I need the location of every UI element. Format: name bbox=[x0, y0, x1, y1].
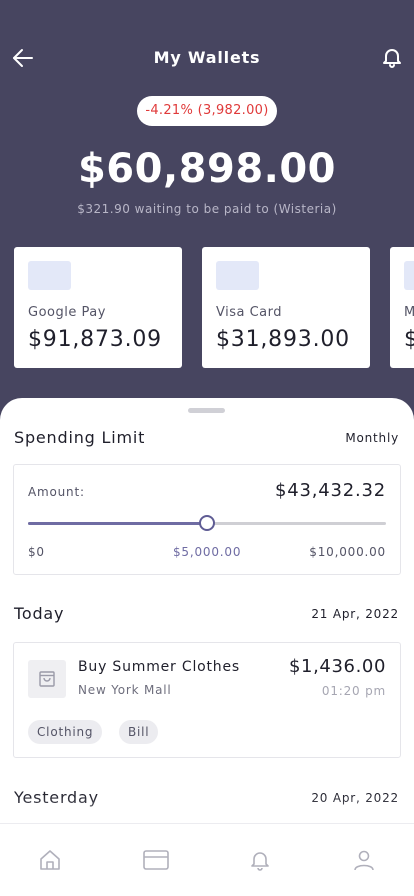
transaction-title: Buy Summer Clothes bbox=[78, 659, 240, 675]
nav-notifications[interactable] bbox=[248, 848, 272, 872]
card-name: M bbox=[404, 305, 414, 320]
wallet-card-partial[interactable]: M $ bbox=[390, 247, 414, 368]
card-icon bbox=[143, 850, 169, 870]
period-selector[interactable]: Monthly bbox=[345, 431, 399, 445]
today-date: 21 Apr, 2022 bbox=[311, 607, 399, 621]
yesterday-date: 20 Apr, 2022 bbox=[311, 791, 399, 805]
spending-amount: $43,432.32 bbox=[274, 480, 386, 501]
yesterday-heading: Yesterday bbox=[14, 788, 99, 807]
shopping-bag-icon bbox=[39, 671, 55, 687]
home-icon bbox=[40, 850, 60, 870]
amount-label: Amount: bbox=[28, 485, 85, 499]
notifications-button[interactable] bbox=[380, 45, 404, 69]
card-amount: $31,893.00 bbox=[216, 327, 350, 352]
pending-payment-note: $321.90 waiting to be paid to (Wisteria) bbox=[77, 202, 337, 216]
transaction-amount: $1,436.00 bbox=[288, 656, 386, 677]
card-amount: $91,873.09 bbox=[28, 327, 162, 352]
bottom-navigation bbox=[0, 823, 414, 896]
transaction-card[interactable]: Buy Summer Clothes New York Mall $1,436.… bbox=[13, 642, 401, 758]
transaction-time: 01:20 pm bbox=[321, 684, 386, 698]
wallet-card-visa[interactable]: Visa Card $31,893.00 bbox=[202, 247, 370, 368]
card-name: Visa Card bbox=[216, 305, 283, 320]
card-amount: $ bbox=[404, 327, 414, 352]
today-heading: Today bbox=[14, 604, 65, 623]
card-logo bbox=[216, 261, 259, 290]
spending-limit-panel: Amount: $43,432.32 $0 $5,000.00 $10,000.… bbox=[13, 464, 401, 575]
spending-limit-title: Spending Limit bbox=[14, 428, 146, 447]
page-title: My Wallets bbox=[153, 48, 261, 67]
slider-max-label: $10,000.00 bbox=[309, 545, 386, 559]
transaction-location: New York Mall bbox=[78, 683, 172, 697]
bell-icon bbox=[383, 49, 401, 68]
limit-slider-fill bbox=[28, 522, 207, 525]
transaction-icon-tile bbox=[28, 660, 66, 698]
total-balance: $60,898.00 bbox=[77, 146, 337, 192]
card-name: Google Pay bbox=[28, 305, 106, 320]
slider-min-label: $0 bbox=[28, 545, 45, 559]
nav-cards[interactable] bbox=[143, 848, 169, 872]
limit-slider-thumb[interactable] bbox=[199, 515, 215, 531]
card-logo bbox=[28, 261, 71, 290]
details-sheet: Spending Limit Monthly Amount: $43,432.3… bbox=[0, 398, 414, 896]
tag-clothing[interactable]: Clothing bbox=[28, 720, 103, 744]
nav-home[interactable] bbox=[38, 848, 62, 872]
profile-icon bbox=[354, 850, 374, 871]
card-logo bbox=[404, 261, 414, 290]
sheet-drag-handle[interactable] bbox=[188, 408, 225, 413]
wallet-card-google-pay[interactable]: Google Pay $91,873.09 bbox=[14, 247, 182, 368]
balance-change-badge: -4.21% (3,982.00) bbox=[137, 96, 277, 126]
tag-bill[interactable]: Bill bbox=[119, 720, 159, 744]
bell-icon bbox=[251, 852, 269, 871]
wallet-header: My Wallets -4.21% (3,982.00) $60,898.00 … bbox=[0, 0, 414, 440]
nav-profile[interactable] bbox=[352, 848, 376, 872]
slider-value-label: $5,000.00 bbox=[173, 545, 242, 559]
